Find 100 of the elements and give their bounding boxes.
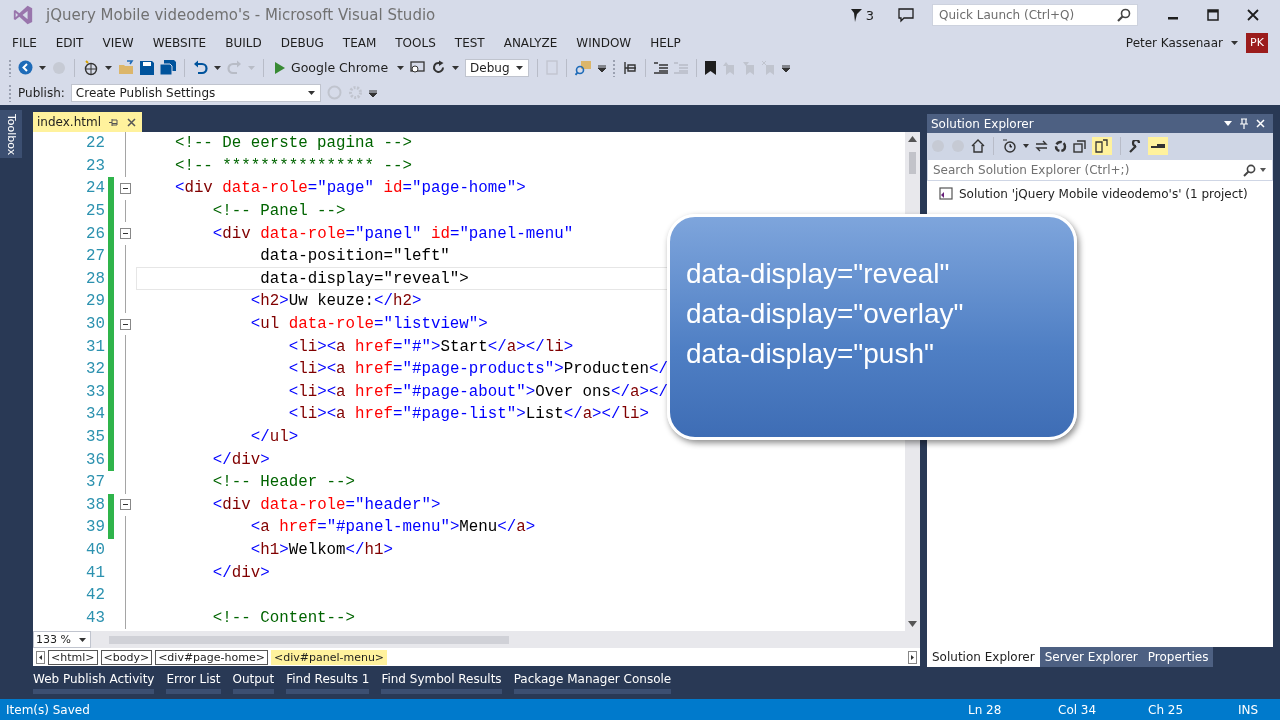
menu-item[interactable]: TEST xyxy=(454,35,485,50)
caret-icon xyxy=(516,65,524,70)
collapse-icon[interactable] xyxy=(119,499,131,511)
toolbox-tab[interactable]: Toolbox xyxy=(0,110,22,158)
scroll-left-icon[interactable] xyxy=(36,650,45,664)
caret-icon[interactable] xyxy=(452,65,460,70)
caret-icon[interactable] xyxy=(1023,144,1029,148)
collapse-icon[interactable] xyxy=(119,318,131,330)
menu-item[interactable]: VIEW xyxy=(102,35,134,50)
code-line: <a href="#panel-menu">Menu</a> xyxy=(249,518,536,537)
code-line: <!-- Content--> xyxy=(211,608,356,627)
format-icon[interactable] xyxy=(654,61,669,74)
quick-launch-field[interactable]: Quick Launch (Ctrl+Q) xyxy=(932,4,1138,26)
find-icon[interactable] xyxy=(575,59,593,76)
document-tab[interactable]: index.html xyxy=(33,112,142,132)
line-number: 24 xyxy=(85,179,105,198)
menu-item[interactable]: ANALYZE xyxy=(503,35,558,50)
overflow-icon[interactable] xyxy=(598,62,607,73)
new-website-icon[interactable] xyxy=(83,59,99,76)
breadcrumb[interactable]: <body> xyxy=(100,649,153,665)
history-icon[interactable] xyxy=(1002,139,1017,153)
tool-window-tab[interactable]: Find Results 1 xyxy=(286,669,370,694)
overflow-icon[interactable] xyxy=(782,62,791,73)
undo-icon[interactable] xyxy=(193,60,208,75)
line-number: 34 xyxy=(85,405,105,424)
panel-tab[interactable]: Server Explorer xyxy=(1039,647,1143,667)
menu-item[interactable]: HELP xyxy=(650,35,681,50)
menu-item[interactable]: TEAM xyxy=(342,35,377,50)
tree-item[interactable]: Solution 'jQuery Mobile videodemo's' (1 project) xyxy=(927,184,1273,203)
caret-icon[interactable] xyxy=(397,65,405,70)
caret-icon[interactable] xyxy=(39,65,46,70)
breadcrumb[interactable]: <html> xyxy=(48,649,98,665)
line-number: 38 xyxy=(85,495,105,514)
menu-item[interactable]: WINDOW xyxy=(576,35,632,50)
indent-icon[interactable] xyxy=(622,60,638,75)
caret-icon[interactable] xyxy=(214,65,221,70)
code-line: <h1>Welkom</h1> xyxy=(249,541,393,559)
maximize-button[interactable] xyxy=(1207,9,1219,21)
collapse-icon[interactable] xyxy=(119,228,131,240)
caret-icon[interactable] xyxy=(1224,121,1232,126)
menu-item[interactable]: DEBUG xyxy=(280,35,324,50)
collapse-icon[interactable] xyxy=(119,183,131,194)
line-number: 29 xyxy=(85,292,105,311)
refresh-icon[interactable] xyxy=(431,60,447,75)
line-number: 28 xyxy=(85,269,105,288)
menu-item[interactable]: EDIT xyxy=(55,35,84,50)
code-line: <!-- **************** --> xyxy=(173,156,412,175)
scroll-right-icon[interactable] xyxy=(908,650,917,664)
zoom-dropdown[interactable]: 133 % xyxy=(33,631,91,648)
bookmark-icon[interactable] xyxy=(705,60,717,75)
code-line: <!-- Header --> xyxy=(211,473,356,492)
collapse-all-icon[interactable] xyxy=(1073,139,1086,153)
menu-item[interactable]: BUILD xyxy=(225,35,262,50)
code-line: <div data-role="page" id="page-home"> xyxy=(173,179,526,198)
back-icon[interactable] xyxy=(18,60,33,75)
line-number: 42 xyxy=(85,586,105,605)
preview-icon[interactable] xyxy=(1148,137,1168,155)
tool-window-tab[interactable]: Output xyxy=(232,669,275,694)
account-name[interactable]: Peter Kassenaar xyxy=(1125,35,1223,50)
feedback-icon[interactable] xyxy=(898,7,914,23)
browser-link-icon[interactable] xyxy=(410,61,426,74)
line-number: 33 xyxy=(85,382,105,401)
sync-icon[interactable] xyxy=(1035,140,1048,152)
refresh-icon[interactable] xyxy=(1054,139,1067,153)
save-icon[interactable] xyxy=(140,60,154,75)
scrollbar-thumb[interactable] xyxy=(909,152,916,174)
tool-window-tab[interactable]: Find Symbol Results xyxy=(381,669,502,694)
close-icon[interactable] xyxy=(127,117,136,127)
tool-window-tab[interactable]: Web Publish Activity xyxy=(33,669,155,694)
line-number: 40 xyxy=(85,541,105,559)
panel-tab[interactable]: Properties xyxy=(1142,647,1214,667)
scroll-up-icon[interactable] xyxy=(908,136,917,142)
tool-window-tab[interactable]: Package Manager Console xyxy=(513,669,672,694)
search-field[interactable]: Search Solution Explorer (Ctrl+;) xyxy=(927,159,1273,181)
caret-icon xyxy=(79,637,86,642)
menu-item[interactable]: WEBSITE xyxy=(152,35,207,50)
caret-icon[interactable] xyxy=(105,65,112,70)
configuration-dropdown[interactable]: Debug xyxy=(465,58,530,77)
line-number: 41 xyxy=(85,563,105,582)
show-files-icon[interactable] xyxy=(1092,137,1112,155)
window-title: jQuery Mobile videodemo's - Microsoft Visual Studio xyxy=(46,6,436,24)
play-icon xyxy=(275,61,285,74)
menu-item[interactable]: TOOLS xyxy=(395,35,436,50)
scroll-down-icon[interactable] xyxy=(908,621,917,627)
breadcrumb[interactable]: <div#page-home> xyxy=(155,649,268,665)
home-icon[interactable] xyxy=(971,139,985,153)
notifications-button[interactable]: 3 xyxy=(850,7,874,23)
publish-profile-dropdown[interactable]: Create Publish Settings xyxy=(70,83,321,102)
panel-tab[interactable]: Solution Explorer xyxy=(927,647,1040,667)
overflow-icon[interactable] xyxy=(368,87,377,98)
run-button[interactable]: Google Chrome xyxy=(272,58,392,77)
close-button[interactable] xyxy=(1247,9,1259,21)
breadcrumb[interactable]: <div#panel-menu> xyxy=(270,649,388,665)
open-folder-icon[interactable] xyxy=(118,60,134,75)
tool-window-tab[interactable]: Error List xyxy=(166,669,221,694)
code-line: <li><a href="#page-about">Over ons</a></ xyxy=(287,382,668,401)
menu-item[interactable]: FILE xyxy=(12,35,37,50)
save-all-icon[interactable] xyxy=(160,60,176,75)
account-avatar[interactable]: PK xyxy=(1246,32,1268,53)
pin-icon[interactable] xyxy=(109,117,119,127)
